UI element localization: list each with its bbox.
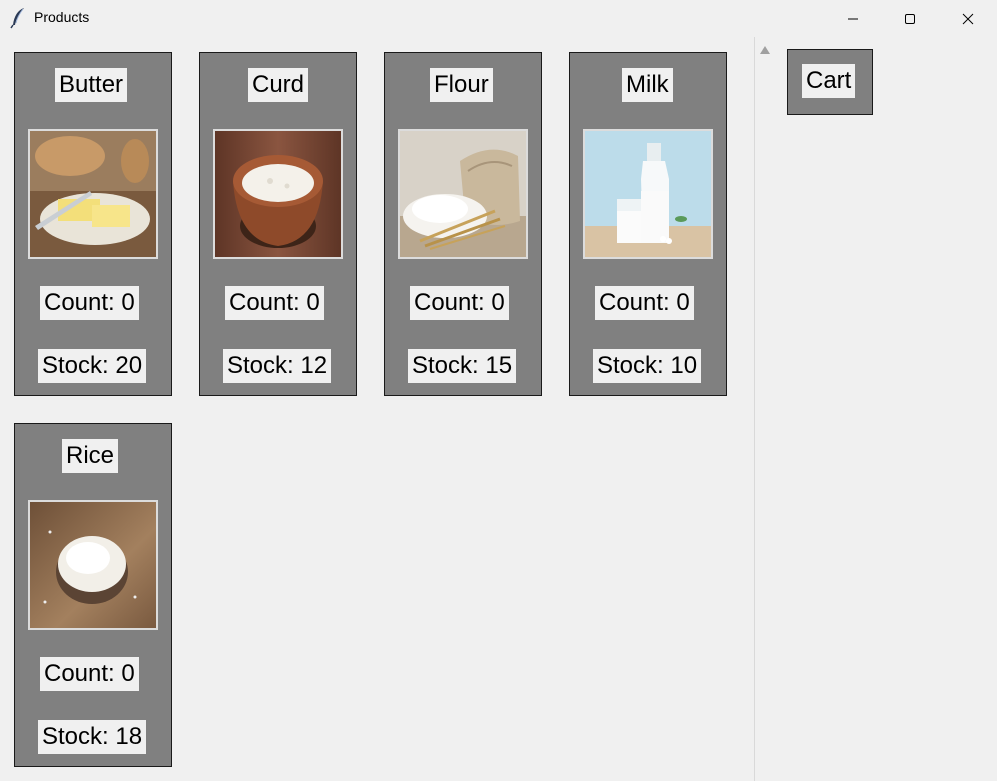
product-stock-label: Stock: 10 — [593, 349, 702, 383]
product-name-label: Curd — [248, 68, 309, 102]
product-name-label: Milk — [622, 68, 673, 102]
maximize-icon — [904, 13, 916, 25]
feather-icon — [10, 7, 28, 29]
minimize-icon — [847, 13, 859, 25]
cart-button[interactable]: Cart — [802, 64, 856, 98]
product-stock-label: Stock: 12 — [223, 349, 332, 383]
product-count-label: Count: 0 — [40, 657, 139, 691]
product-name-label: Flour — [430, 68, 493, 102]
panel-divider — [754, 37, 755, 781]
product-stock-label: Stock: 18 — [38, 720, 147, 754]
product-name-label: Rice — [62, 439, 119, 473]
product-image-butter — [28, 129, 158, 259]
product-card-milk: Milk Count: 0 Stock: 10 — [569, 52, 727, 396]
product-image-milk — [583, 129, 713, 259]
close-button[interactable] — [939, 0, 997, 37]
product-stock-label: Stock: 15 — [408, 349, 517, 383]
product-card-rice: Rice Count: 0 Stock: 18 — [14, 423, 172, 767]
product-stock-label: Stock: 20 — [38, 349, 147, 383]
cart-frame: Cart — [787, 49, 873, 115]
close-icon — [962, 13, 974, 25]
title-bar: Products — [0, 0, 997, 37]
product-card-flour: Flour Count: 0 Stock: 15 — [384, 52, 542, 396]
product-card-butter: Butter Count: 0 Stock: 20 — [14, 52, 172, 396]
product-image-curd — [213, 129, 343, 259]
product-image-rice — [28, 500, 158, 630]
scroll-down-arrow-icon[interactable] — [759, 775, 771, 781]
product-image-flour — [398, 129, 528, 259]
product-count-label: Count: 0 — [225, 286, 324, 320]
product-count-label: Count: 0 — [595, 286, 694, 320]
product-count-label: Count: 0 — [410, 286, 509, 320]
product-card-curd: Curd Count: 0 Stock: 12 — [199, 52, 357, 396]
window-title: Products — [34, 9, 90, 25]
product-count-label: Count: 0 — [40, 286, 139, 320]
maximize-button[interactable] — [881, 0, 939, 37]
product-name-label: Butter — [55, 68, 128, 102]
scroll-up-arrow-icon[interactable] — [759, 42, 771, 54]
minimize-button[interactable] — [824, 0, 882, 37]
products-window: Products Butter Count: 0 Stock: 20 Curd … — [0, 0, 997, 781]
